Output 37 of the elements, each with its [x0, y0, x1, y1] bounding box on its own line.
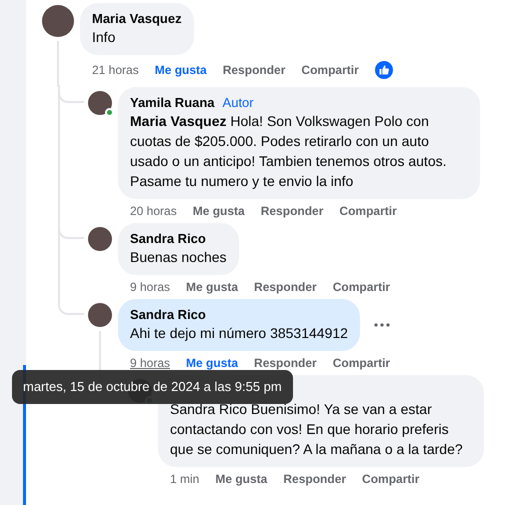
more-options-icon[interactable]: [374, 323, 390, 327]
share-link[interactable]: Compartir: [301, 62, 359, 78]
author-role-label: Autor: [222, 95, 254, 110]
reply-link[interactable]: Responder: [254, 279, 317, 295]
like-link[interactable]: Me gusta: [186, 279, 238, 295]
share-link[interactable]: Compartir: [362, 471, 420, 487]
avatar[interactable]: [88, 227, 112, 251]
like-link[interactable]: Me gusta: [186, 355, 238, 371]
share-link[interactable]: Compartir: [332, 355, 390, 371]
author-name[interactable]: Sandra Rico: [130, 307, 206, 322]
date-tooltip: martes, 15 de octubre de 2024 a las 9:55 pm: [12, 370, 293, 404]
timestamp-link[interactable]: 21 horas: [92, 62, 139, 78]
author-name[interactable]: Maria Vasquez: [92, 11, 182, 26]
timestamp-link[interactable]: 1 min: [170, 471, 200, 487]
comment-text: Info: [92, 28, 116, 47]
comment-text: Buenas noches: [130, 248, 227, 267]
author-name[interactable]: Yamila Ruana: [130, 95, 215, 110]
thread-connector: [58, 85, 84, 103]
like-link[interactable]: Me gusta: [215, 471, 268, 487]
share-link[interactable]: Compartir: [339, 203, 397, 219]
avatar[interactable]: [88, 91, 112, 115]
like-link[interactable]: Me gusta: [154, 62, 207, 78]
reply-link[interactable]: Responder: [254, 355, 317, 371]
thread-connector: [58, 297, 84, 315]
author-name[interactable]: Sandra Rico: [130, 231, 206, 246]
share-link[interactable]: Compartir: [332, 279, 390, 295]
timestamp-link[interactable]: 9 horas: [130, 355, 170, 371]
comment-text: Maria Vasquez Hola! Son Volkswagen Polo con cuotas de $205.000. Podes retirarlo con un auto usado o un anticipo! Tambien tenemos otros autos. Pasame tu numero y te envio la info: [130, 112, 448, 191]
reply-link[interactable]: Responder: [222, 62, 286, 78]
avatar[interactable]: [88, 303, 112, 327]
comment-text: Ahi te dejo mi número 3853144912: [130, 324, 348, 343]
like-link[interactable]: Me gusta: [192, 203, 245, 219]
reply-link[interactable]: Responder: [260, 203, 324, 219]
avatar[interactable]: [42, 5, 74, 37]
timestamp-link[interactable]: 9 horas: [130, 279, 170, 295]
reply-link[interactable]: Responder: [283, 471, 346, 487]
timestamp-link[interactable]: 20 horas: [130, 203, 177, 219]
